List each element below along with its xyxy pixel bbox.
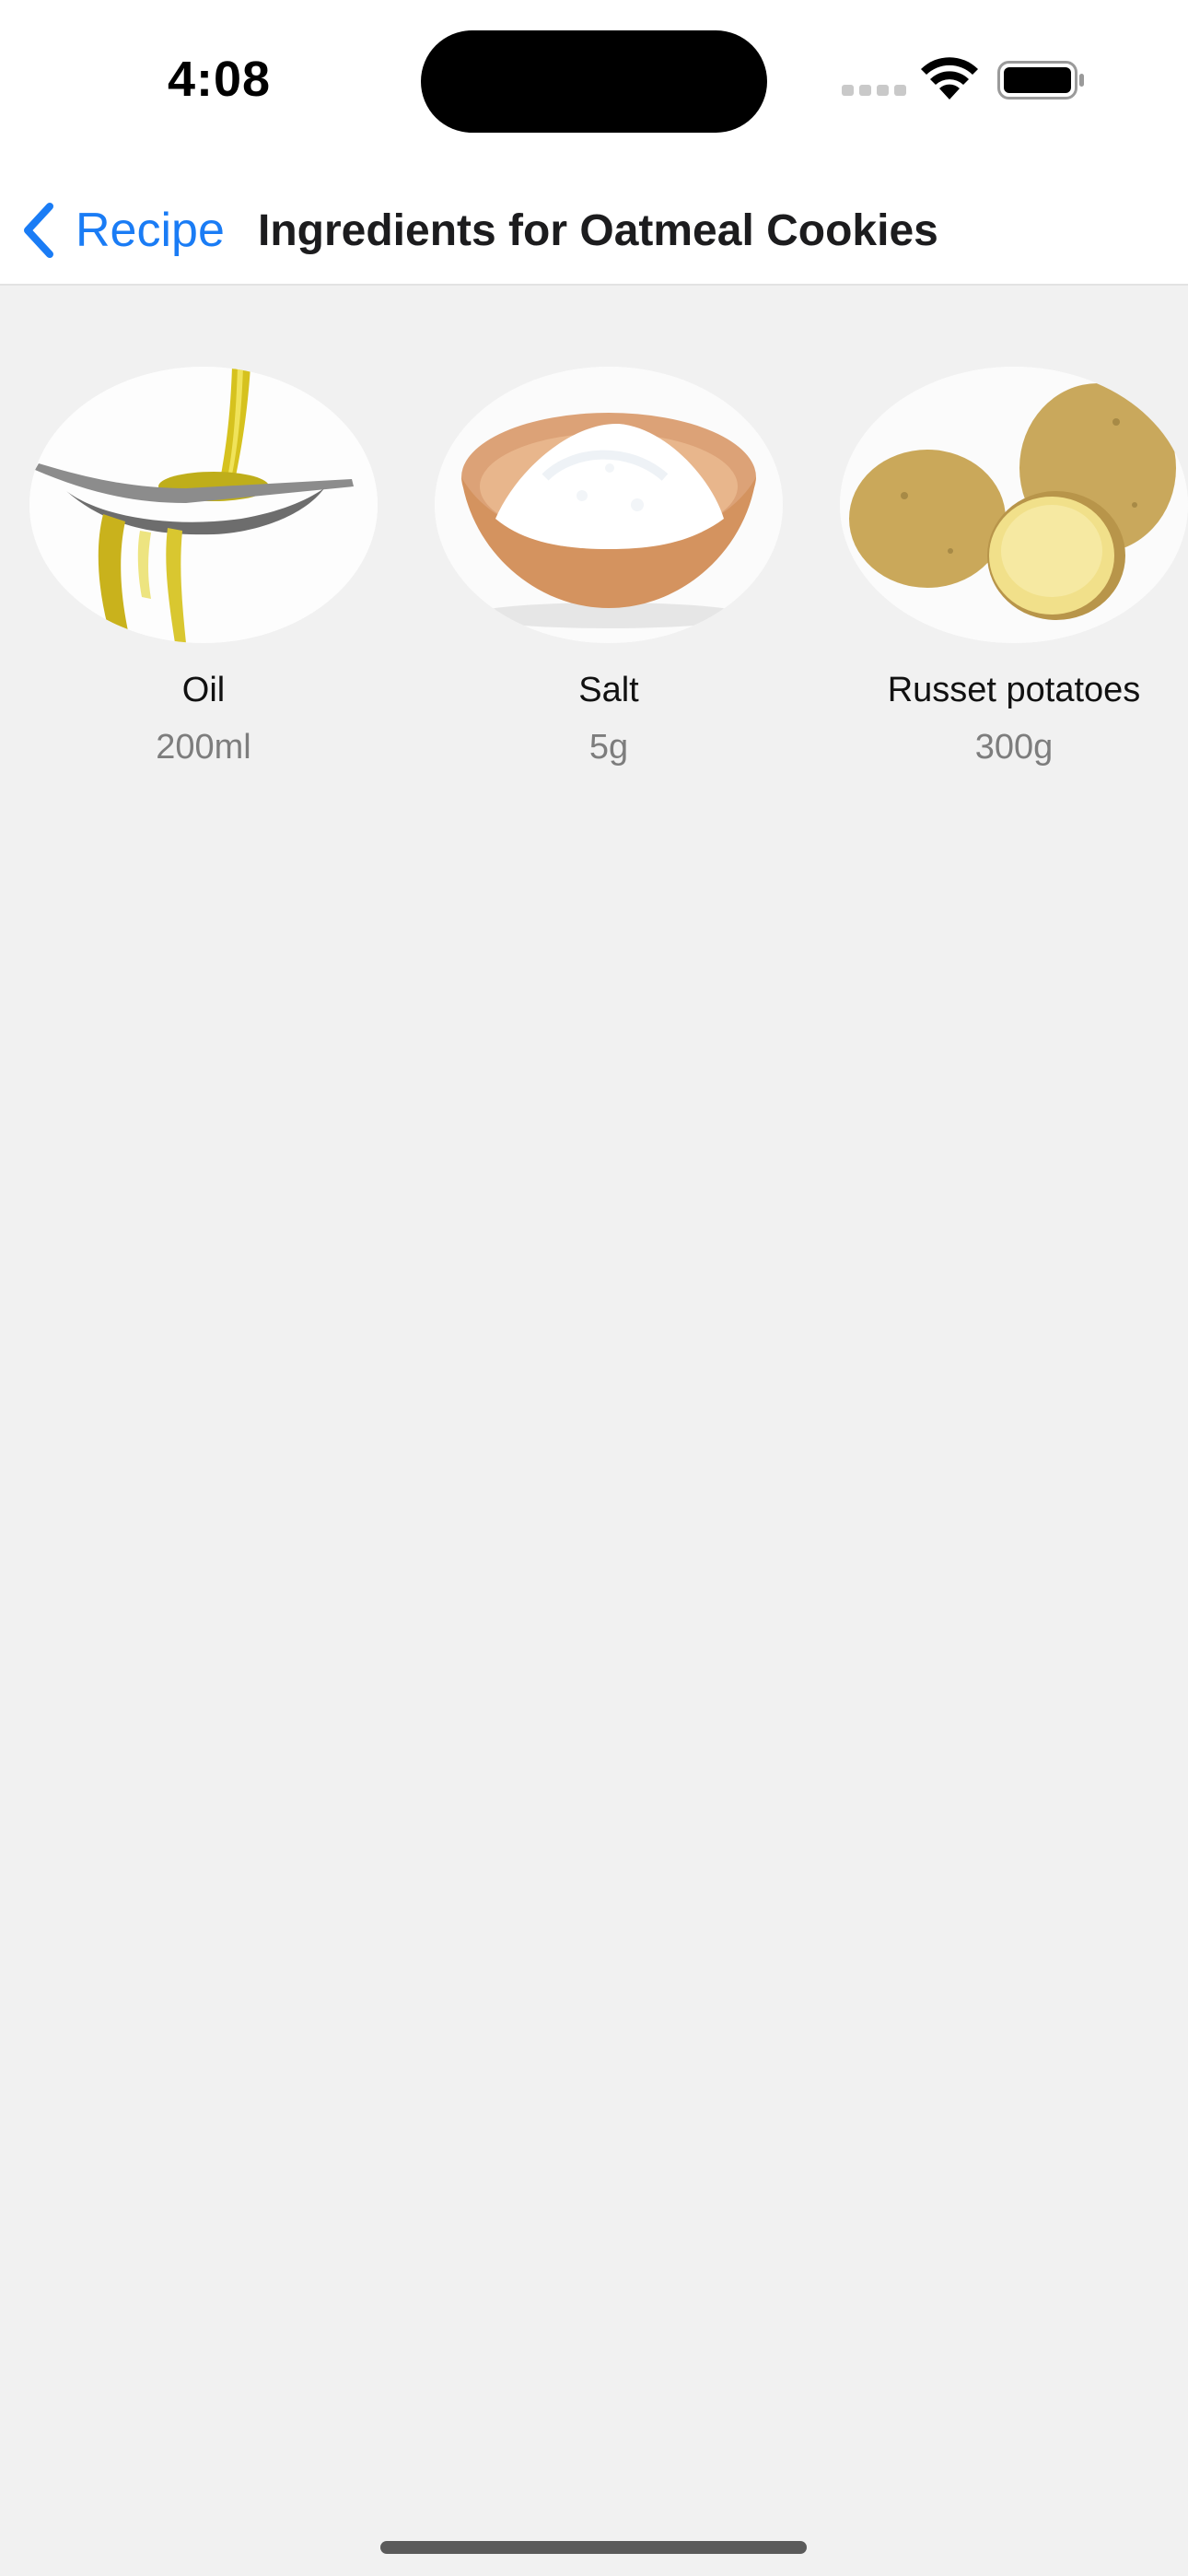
battery-icon <box>997 61 1086 100</box>
back-button-label: Recipe <box>76 204 225 257</box>
back-button[interactable]: Recipe <box>20 193 225 267</box>
chevron-left-icon <box>24 203 53 258</box>
olive-oil-image <box>29 367 378 643</box>
navigation-bar: Recipe Ingredients for Oatmeal Cookies <box>0 175 1188 286</box>
top-bar: 4:08 Recipe Ingredients for Oatmeal Cook… <box>0 0 1188 286</box>
ingredient-quantity: 300g <box>974 728 1054 767</box>
ingredients-list: Oil 200ml Salt 5g Russet potatoes 300g <box>0 367 1188 790</box>
dynamic-island <box>421 30 767 133</box>
wifi-icon <box>919 55 980 101</box>
screen: 4:08 Recipe Ingredients for Oatmeal Cook… <box>0 0 1188 2576</box>
salt-bowl-image <box>435 367 783 643</box>
page-title: Ingredients for Oatmeal Cookies <box>258 205 938 255</box>
cellular-signal-icon <box>842 85 906 98</box>
ingredient-quantity: 5g <box>588 728 629 767</box>
potatoes-image <box>840 367 1188 643</box>
ingredient-card-russet-potatoes[interactable]: Russet potatoes 300g <box>834 367 1188 790</box>
ingredient-name: Oil <box>181 671 226 709</box>
ingredient-card-salt[interactable]: Salt 5g <box>429 367 788 790</box>
ingredient-name: Russet potatoes <box>887 671 1141 709</box>
ingredient-quantity: 200ml <box>156 728 251 767</box>
home-indicator[interactable] <box>380 2541 807 2554</box>
ingredient-name: Salt <box>578 671 639 709</box>
status-time: 4:08 <box>168 52 272 107</box>
ingredient-card-oil[interactable]: Oil 200ml <box>24 367 383 790</box>
